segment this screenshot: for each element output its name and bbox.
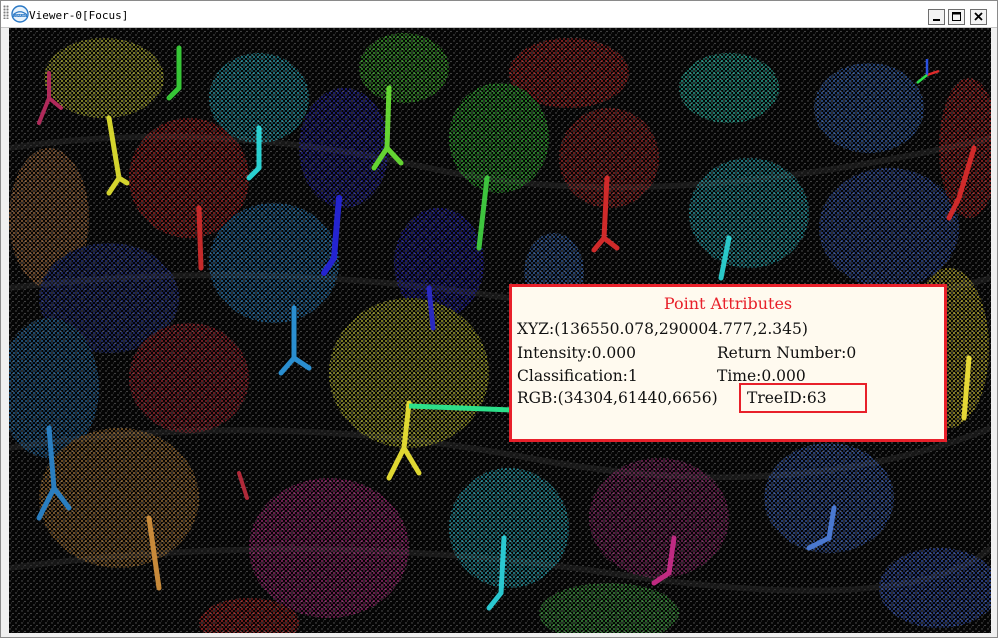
minimize-button[interactable]	[928, 9, 945, 25]
classification-value: Classification:1	[517, 367, 638, 385]
maximize-button[interactable]	[948, 9, 965, 25]
drag-grip-icon[interactable]	[3, 5, 9, 19]
rgb-value: RGB:(34304,61440,6656)	[517, 389, 718, 407]
intensity-value: Intensity:0.000	[517, 344, 636, 362]
close-icon	[974, 12, 983, 21]
tree-id-value: TreeID:63	[747, 389, 827, 407]
xyz-value: XYZ:(136550.078,290004.777,2.345)	[517, 320, 808, 338]
point-attributes-panel: Point Attributes XYZ:(136550.078,290004.…	[509, 284, 947, 442]
app-logo-text: LIDAR360	[14, 14, 27, 18]
panel-title: Point Attributes	[663, 294, 793, 313]
app-logo-icon: LIDAR360	[11, 5, 29, 23]
window-title: Viewer-0[Focus]	[29, 9, 129, 22]
maximize-icon	[952, 12, 961, 21]
minimize-icon	[933, 19, 940, 21]
close-button[interactable]	[970, 9, 987, 25]
title-bar[interactable]: LIDAR360 Viewer-0[Focus]	[1, 1, 997, 28]
xyz-axis-gizmo-icon[interactable]	[909, 53, 945, 89]
return-number-value: Return Number:0	[717, 344, 857, 362]
viewer-window: LIDAR360 Viewer-0[Focus] Point Attribute…	[0, 0, 998, 638]
selection-leader-line	[409, 403, 513, 413]
